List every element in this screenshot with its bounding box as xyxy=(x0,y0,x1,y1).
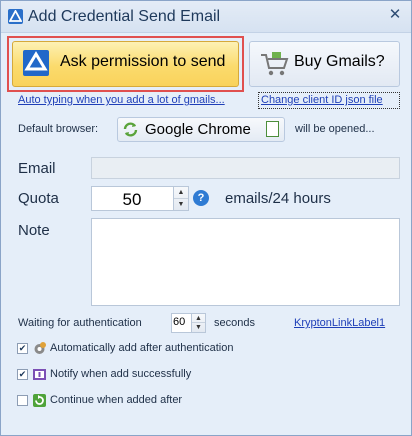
quota-spinner: ▲ ▼ xyxy=(173,187,188,210)
window-title: Add Credential Send Email xyxy=(28,8,221,25)
waiting-spinner: ▲ ▼ xyxy=(191,314,205,332)
email-label: Email xyxy=(18,160,56,177)
note-textarea[interactable] xyxy=(91,218,400,306)
continue-icon xyxy=(33,394,46,407)
quota-stepper[interactable]: 50 ▲ ▼ xyxy=(91,186,189,211)
auto-add-label: Automatically add after authentication xyxy=(50,342,234,354)
browser-button[interactable]: Google Chrome xyxy=(117,117,285,142)
waiting-stepper[interactable]: 60 ▲ ▼ xyxy=(171,313,206,333)
app-logo-icon xyxy=(8,9,23,24)
browser-name: Google Chrome xyxy=(145,121,251,138)
help-icon[interactable]: ? xyxy=(193,190,209,206)
gear-user-icon xyxy=(34,342,46,354)
notification-icon xyxy=(33,369,46,380)
default-browser-label: Default browser: xyxy=(18,123,99,135)
waiting-increment-button[interactable]: ▲ xyxy=(192,314,205,323)
ask-permission-label: Ask permission to send xyxy=(60,53,226,70)
document-icon xyxy=(266,121,279,137)
change-client-id-link[interactable]: Change client ID json file xyxy=(261,94,383,106)
buy-gmails-label: Buy Gmails? xyxy=(294,53,385,70)
ask-permission-button[interactable]: Ask permission to send xyxy=(12,41,239,87)
continue-label: Continue when added after xyxy=(50,394,183,406)
buy-gmails-button[interactable]: Buy Gmails? xyxy=(249,41,400,87)
chrome-refresh-icon xyxy=(123,122,138,137)
close-icon[interactable]: ✕ xyxy=(386,6,404,24)
auto-add-checkbox[interactable]: ✔ xyxy=(17,343,28,354)
waiting-decrement-button[interactable]: ▼ xyxy=(192,323,205,332)
waiting-label: Waiting for authentication xyxy=(18,317,142,329)
title-bar: Add Credential Send Email ✕ xyxy=(1,1,411,33)
quota-value: 50 xyxy=(122,190,142,209)
notify-label: Notify when add successfully xyxy=(50,368,192,380)
quota-label: Quota xyxy=(18,190,59,207)
waiting-value: 60 xyxy=(173,316,186,328)
email-field[interactable] xyxy=(91,157,400,179)
notify-checkbox[interactable]: ✔ xyxy=(17,369,28,380)
waiting-unit-label: seconds xyxy=(214,317,255,329)
shopping-cart-icon xyxy=(261,52,289,76)
quota-increment-button[interactable]: ▲ xyxy=(174,187,188,199)
auto-typing-link[interactable]: Auto typing when you add a lot of gmails… xyxy=(18,94,225,106)
add-credential-dialog: Add Credential Send Email ✕ Ask permissi… xyxy=(0,0,412,436)
browser-suffix-label: will be opened... xyxy=(295,123,375,135)
note-label: Note xyxy=(18,222,50,239)
quota-unit-label: emails/24 hours xyxy=(225,190,331,207)
continue-checkbox[interactable] xyxy=(17,395,28,406)
quota-decrement-button[interactable]: ▼ xyxy=(174,199,188,211)
krypton-link[interactable]: KryptonLinkLabel1 xyxy=(294,317,385,329)
drive-logo-icon xyxy=(23,50,49,76)
